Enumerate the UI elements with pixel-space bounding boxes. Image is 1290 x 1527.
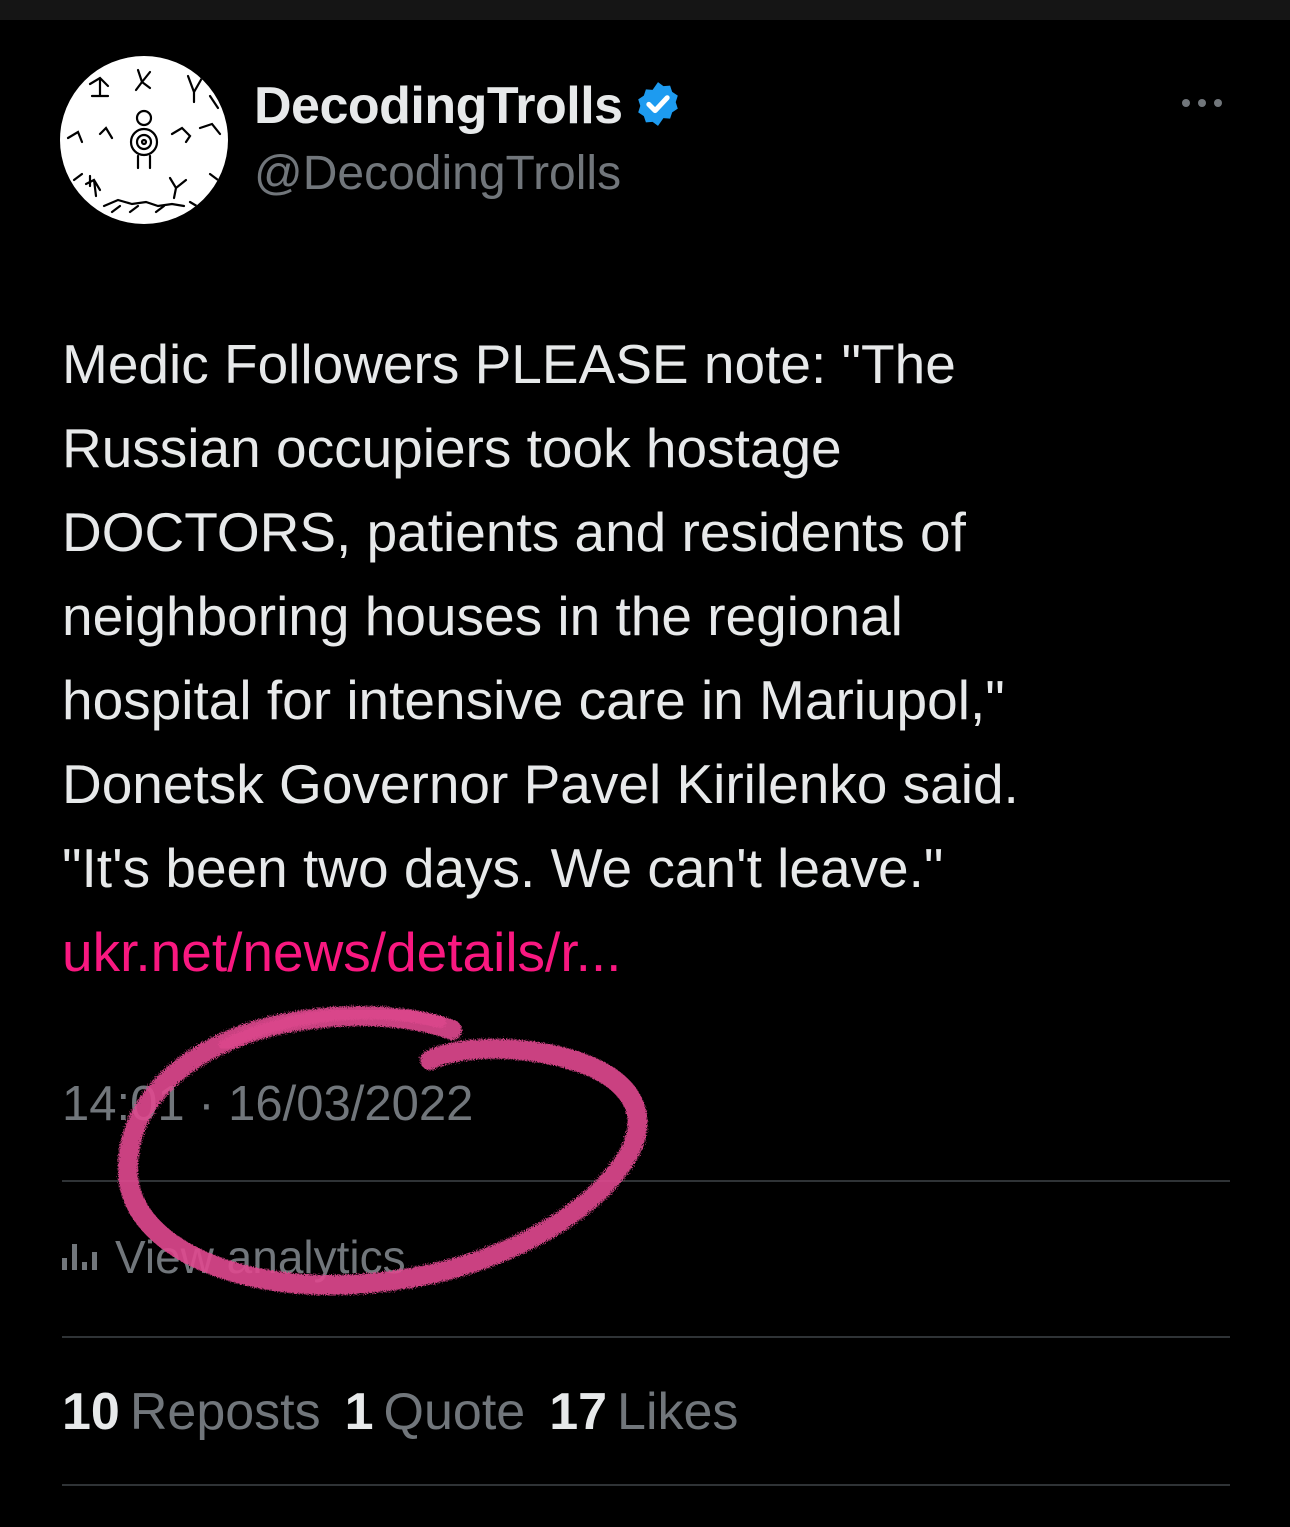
likes-label: Likes bbox=[617, 1383, 739, 1441]
tweet-line: "It's been two days. We can't leave." bbox=[62, 837, 944, 899]
divider bbox=[62, 1484, 1230, 1486]
more-options-icon[interactable] bbox=[1176, 88, 1228, 118]
reposts-stat[interactable]: 10 Reposts bbox=[62, 1383, 345, 1441]
bar-chart-icon bbox=[62, 1244, 97, 1270]
author-display-name[interactable]: DecodingTrolls bbox=[254, 77, 623, 135]
tweet-line: hospital for intensive care in Mariupol,… bbox=[62, 669, 1005, 731]
view-analytics-label: View analytics bbox=[115, 1231, 406, 1283]
dot bbox=[1214, 99, 1222, 107]
likes-stat[interactable]: 17 Likes bbox=[549, 1383, 762, 1441]
tweet-line: Medic Followers PLEASE note: "The bbox=[62, 333, 956, 395]
author-handle[interactable]: @DecodingTrolls bbox=[254, 146, 621, 201]
tweet-link[interactable]: ukr.net/news/details/r... bbox=[62, 921, 621, 983]
quotes-label: Quote bbox=[383, 1383, 526, 1441]
avatar[interactable] bbox=[60, 56, 228, 224]
status-bar bbox=[0, 0, 1290, 20]
view-analytics-button[interactable]: View analytics bbox=[62, 1230, 406, 1284]
reposts-count: 10 bbox=[62, 1383, 120, 1441]
dot bbox=[1182, 99, 1190, 107]
tweet-body: Medic Followers PLEASE note: "The Russia… bbox=[62, 322, 1232, 994]
petroglyph-avatar-icon bbox=[66, 68, 222, 214]
tweet-line: DOCTORS, patients and residents of bbox=[62, 501, 966, 563]
author-name-row[interactable]: DecodingTrolls bbox=[254, 76, 683, 136]
tweet-line: neighboring houses in the regional bbox=[62, 585, 903, 647]
divider bbox=[62, 1336, 1230, 1338]
divider bbox=[62, 1180, 1230, 1182]
quotes-stat[interactable]: 1 Quote bbox=[345, 1383, 550, 1441]
tweet-line: Russian occupiers took hostage bbox=[62, 417, 842, 479]
reposts-label: Reposts bbox=[129, 1383, 321, 1441]
tweet-timestamp[interactable]: 14:01 · 16/03/2022 bbox=[62, 1076, 473, 1132]
verified-badge-icon bbox=[637, 82, 678, 126]
quotes-count: 1 bbox=[344, 1383, 374, 1441]
engagement-stats: 10 Reposts 1 Quote 17 Likes bbox=[62, 1382, 762, 1442]
tweet-line: Donetsk Governor Pavel Kirilenko said. bbox=[62, 753, 1019, 815]
likes-count: 17 bbox=[549, 1383, 608, 1441]
dot bbox=[1198, 99, 1206, 107]
